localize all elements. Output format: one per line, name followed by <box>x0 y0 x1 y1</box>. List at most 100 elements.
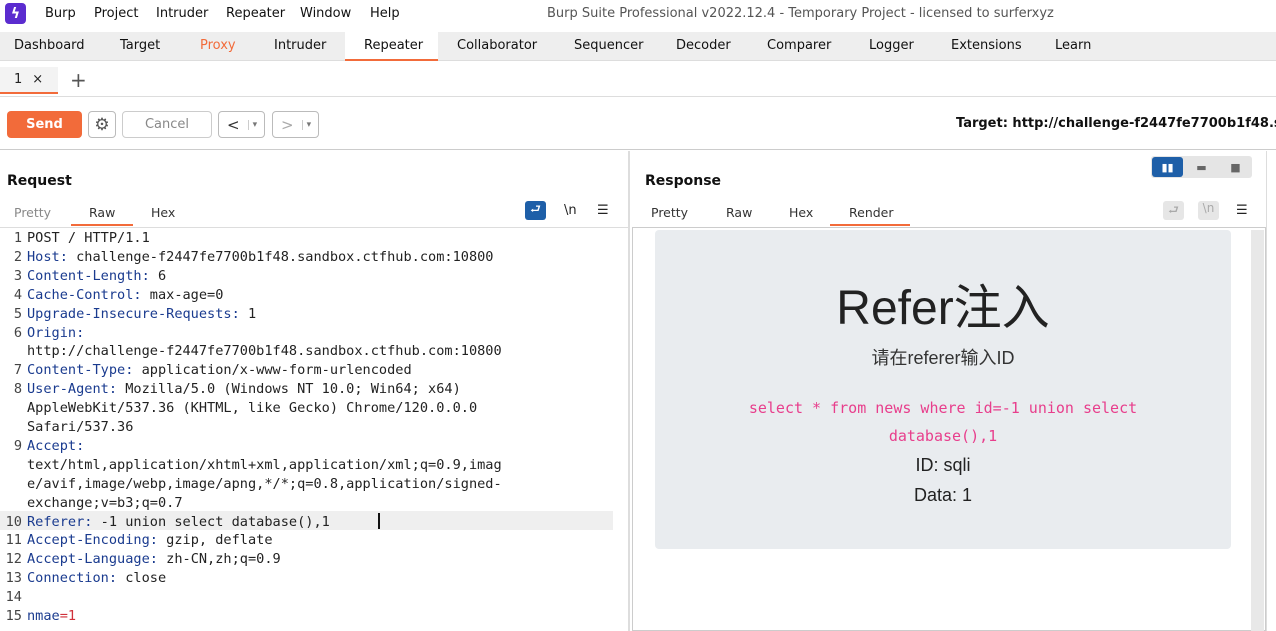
request-line: AppleWebKit/537.36 (KHTML, like Gecko) C… <box>27 400 477 416</box>
repeater-tab-label: 1 <box>14 72 23 87</box>
tab-extensions[interactable]: Extensions <box>951 38 1022 53</box>
request-tab-raw[interactable]: Raw <box>89 205 115 220</box>
right-edge-panel <box>1266 151 1276 631</box>
header-name: Connection: <box>27 570 118 587</box>
line-number: 15 <box>5 608 22 624</box>
header-value: Mozilla/5.0 (Windows NT 10.0; Win64; x64… <box>117 381 461 398</box>
menu-bar: ϟ Burp Project Intruder Repeater Window … <box>0 0 1276 30</box>
repeater-tab-1[interactable]: 1 × <box>0 67 58 94</box>
line-number: 2 <box>13 248 22 265</box>
header-value: Safari/537.36 <box>27 419 134 435</box>
request-line: exchange;v=b3;q=0.7 <box>27 495 183 511</box>
chevron-left-icon: < <box>227 115 240 134</box>
response-tab-render[interactable]: Render <box>849 205 894 220</box>
header-value: 6 <box>149 267 167 284</box>
tab-logger[interactable]: Logger <box>869 38 914 53</box>
menu-burp[interactable]: Burp <box>45 6 76 21</box>
render-sql-query: select * from news where id=-1 union sel… <box>748 399 1138 445</box>
target-url[interactable]: Target: http://challenge-f2447fe7700b1f4… <box>956 116 1276 131</box>
request-tab-hex[interactable]: Hex <box>151 205 175 220</box>
menu-intruder[interactable]: Intruder <box>156 6 208 21</box>
header-value: e/avif,image/webp,image/apng,*/*;q=0.8,a… <box>27 475 502 492</box>
line-number: 14 <box>5 589 22 606</box>
request-tab-pretty[interactable]: Pretty <box>14 205 51 220</box>
header-name: Upgrade-Insecure-Requests: <box>27 305 240 322</box>
line-number: 6 <box>13 324 22 341</box>
close-icon[interactable]: × <box>32 72 43 87</box>
header-value: POST / HTTP/1.1 <box>27 230 150 246</box>
line-number: 4 <box>13 286 22 303</box>
add-tab-icon[interactable]: + <box>70 68 87 92</box>
render-scrollbar[interactable] <box>1251 230 1264 631</box>
header-value: max-age=0 <box>141 286 224 303</box>
show-newlines-icon[interactable]: \n <box>1198 201 1219 220</box>
menu-icon[interactable]: ☰ <box>597 203 609 218</box>
chevron-down-icon[interactable]: ▾ <box>301 119 311 130</box>
tab-repeater[interactable]: Repeater <box>364 38 423 53</box>
split-horizontal-icon[interactable]: ▮▮ <box>1152 157 1183 177</box>
wrap-lines-icon[interactable]: ⮐ <box>1163 201 1184 220</box>
response-tab-underline <box>830 224 910 226</box>
tab-target[interactable]: Target <box>120 38 160 53</box>
forward-button[interactable]: > ▾ <box>272 111 319 138</box>
line-number: 9 <box>13 437 22 454</box>
line-number: 13 <box>5 570 22 587</box>
chevron-right-icon: > <box>281 115 294 134</box>
back-button[interactable]: < ▾ <box>218 111 265 138</box>
tab-proxy[interactable]: Proxy <box>200 38 236 53</box>
request-line: e/avif,image/webp,image/apng,*/*;q=0.8,a… <box>27 476 502 492</box>
tab-comparer[interactable]: Comparer <box>767 38 831 53</box>
menu-repeater[interactable]: Repeater <box>226 6 285 21</box>
request-title: Request <box>7 173 72 189</box>
response-title: Response <box>645 173 722 189</box>
header-name: Cache-Control: <box>27 286 142 303</box>
tab-sequencer[interactable]: Sequencer <box>574 38 643 53</box>
header-name: Content-Length: <box>27 267 150 284</box>
response-tab-raw[interactable]: Raw <box>726 205 752 220</box>
header-value: close <box>117 570 167 587</box>
header-value: zh-CN,zh;q=0.9 <box>157 551 281 568</box>
line-number: 8 <box>13 381 22 398</box>
header-name: Accept-Encoding: <box>27 532 158 549</box>
request-line: Accept: <box>27 438 84 454</box>
render-data-line: Data: 1 <box>913 485 973 505</box>
render-heading: Refer注入 <box>836 282 1050 335</box>
tab-learn[interactable]: Learn <box>1055 38 1091 53</box>
request-line: text/html,application/xhtml+xml,applicat… <box>27 457 502 473</box>
split-vertical-icon[interactable]: ▬ <box>1186 157 1217 177</box>
tab-collaborator[interactable]: Collaborator <box>457 38 537 53</box>
line-number: 12 <box>5 551 22 568</box>
request-line: Upgrade-Insecure-Requests: 1 <box>27 306 256 322</box>
header-value: application/x-www-form-urlencoded <box>133 362 412 379</box>
header-value: text/html,application/xhtml+xml,applicat… <box>27 456 502 473</box>
request-line: Cache-Control: max-age=0 <box>27 287 223 303</box>
send-button[interactable]: Send <box>7 111 82 138</box>
menu-project[interactable]: Project <box>94 6 138 21</box>
request-line: Content-Type: application/x-www-form-url… <box>27 362 412 378</box>
request-line: Referer: -1 union select database(),1 <box>27 514 330 530</box>
chevron-down-icon[interactable]: ▾ <box>247 119 257 130</box>
cancel-button[interactable]: Cancel <box>122 111 212 138</box>
header-name: nmae <box>27 608 60 624</box>
tab-dashboard[interactable]: Dashboard <box>14 38 85 53</box>
header-value: 1 <box>239 305 257 322</box>
tab-decoder[interactable]: Decoder <box>676 38 731 53</box>
repeater-tab-bar <box>0 62 1276 97</box>
burp-logo-icon: ϟ <box>5 3 26 24</box>
header-name: Referer: <box>27 513 93 530</box>
request-line: User-Agent: Mozilla/5.0 (Windows NT 10.0… <box>27 381 461 397</box>
request-line: Host: challenge-f2447fe7700b1f48.sandbox… <box>27 249 494 265</box>
gear-icon[interactable]: ⚙ <box>88 111 116 138</box>
menu-icon[interactable]: ☰ <box>1236 203 1248 218</box>
request-line: Safari/537.36 <box>27 419 133 435</box>
request-line: POST / HTTP/1.1 <box>27 230 150 246</box>
tab-intruder[interactable]: Intruder <box>274 38 326 53</box>
response-tab-pretty[interactable]: Pretty <box>651 205 688 220</box>
show-newlines-icon[interactable]: \n <box>564 203 577 218</box>
menu-help[interactable]: Help <box>370 6 400 21</box>
header-value: AppleWebKit/537.36 (KHTML, like Gecko) C… <box>27 400 478 417</box>
tabs-layout-icon[interactable]: ■ <box>1220 157 1251 177</box>
menu-window[interactable]: Window <box>300 6 351 21</box>
wrap-lines-icon[interactable]: ⮐ <box>525 201 546 220</box>
response-tab-hex[interactable]: Hex <box>789 205 813 220</box>
